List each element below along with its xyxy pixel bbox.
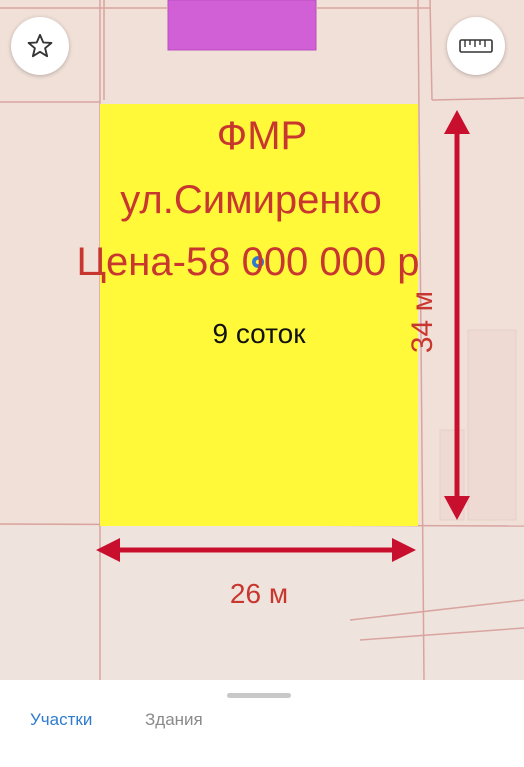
width-label: 26 м <box>229 578 289 609</box>
height-label-text: 34 м <box>406 290 439 354</box>
plot-price: Цена-58 000 000 р <box>76 240 420 284</box>
neighbor-plot <box>167 0 317 51</box>
favorite-button[interactable] <box>11 17 69 75</box>
land-plot <box>100 104 418 526</box>
map-canvas[interactable]: ФМР ул.Симиренко Цена-58 000 000 р 9 сот… <box>0 0 524 680</box>
tab-plots[interactable]: Участки <box>30 710 92 730</box>
plot-area: 9 соток <box>212 318 306 349</box>
bottom-sheet: Участки Здания <box>0 680 524 767</box>
ruler-button[interactable] <box>447 17 505 75</box>
star-icon <box>27 33 53 58</box>
sheet-drag-handle[interactable] <box>227 693 291 698</box>
plot-street: ул.Симиренко <box>120 178 382 222</box>
ruler-icon <box>459 39 493 53</box>
app-root: ФМР ул.Симиренко Цена-58 000 000 р 9 сот… <box>0 0 524 767</box>
tab-buildings[interactable]: Здания <box>145 710 203 730</box>
plot-title: ФМР <box>216 114 308 158</box>
